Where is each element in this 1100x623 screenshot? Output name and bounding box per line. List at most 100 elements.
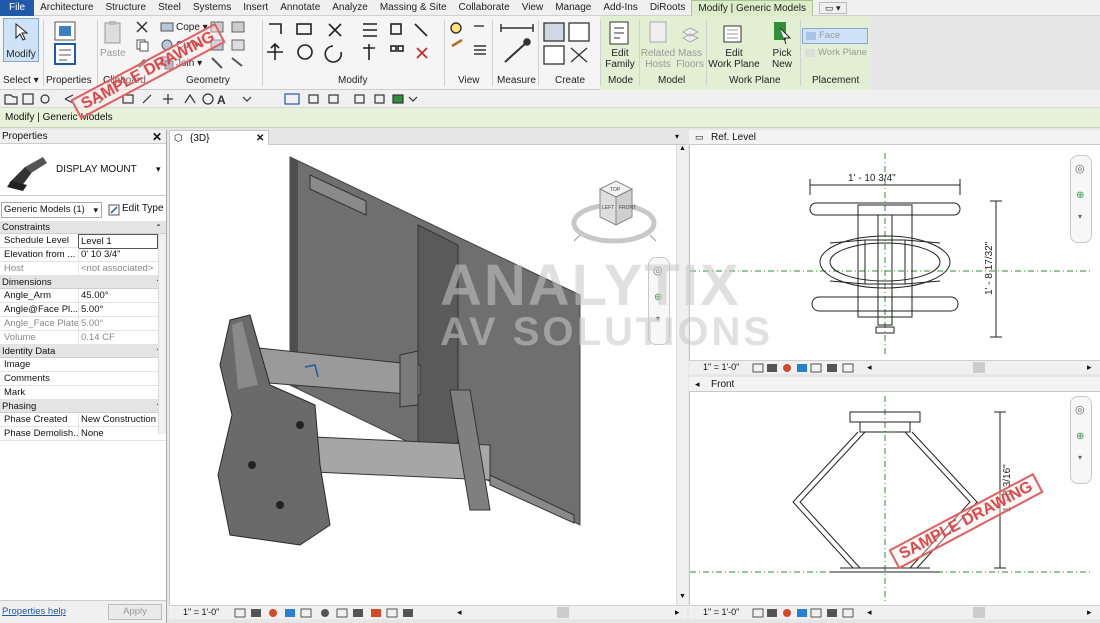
chevron-down-icon[interactable]: ▾ [1078,212,1082,221]
pick-new-icon [774,22,792,45]
copy-icon[interactable] [135,38,149,52]
edit-work-plane-button[interactable]: Edit Work Plane [708,48,760,70]
horizontal-scroll-thumb[interactable] [973,362,985,373]
options-bar: Modify | Generic Models [0,108,1100,128]
quick-access-icons[interactable]: A [3,92,423,106]
table-row[interactable]: Schedule Level Level 1 [0,234,166,249]
table-row[interactable]: Phase Created New Construction [0,413,166,427]
modify-tool-button[interactable]: Modify [3,18,39,62]
menu-tab-diroots[interactable]: DiRoots [644,0,692,16]
chevron-down-icon[interactable]: ▾ [1078,453,1082,462]
menu-tab-massing-site[interactable]: Massing & Site [374,0,453,16]
placement-face-button[interactable]: Face [802,28,868,44]
paste-icon[interactable] [102,20,124,46]
menu-tab-manage[interactable]: Manage [549,0,597,16]
menu-bar: File Architecture Structure Steel System… [0,0,1100,16]
table-row[interactable]: Phase Demolish... None [0,427,166,441]
cursor-arrow-icon [15,23,28,41]
scroll-left-icon[interactable]: ◂ [867,606,872,619]
zoom-region-icon[interactable]: ⊕ [1076,190,1084,201]
instance-filter-dropdown[interactable]: Generic Models (1) ▾ [1,202,102,218]
measure-tools-icons[interactable] [497,20,539,70]
steering-wheel-icon[interactable]: ◎ [1075,162,1085,175]
menu-tab-architecture[interactable]: Architecture [34,0,99,16]
category-constraints[interactable]: Constraints ⌃ [0,221,166,234]
create-tools-icons[interactable] [541,20,597,70]
table-row[interactable]: Angle@Face Pl... 5.00° [0,303,166,317]
modify-tools-icons[interactable] [265,20,445,70]
properties-scrollbar[interactable] [158,234,166,434]
tab-3d-view[interactable]: ⬡ {3D} ✕ [169,130,269,145]
view-3d-control-bar: 1" = 1'-0" ◂ ▸ [169,605,687,619]
placement-work-plane-button[interactable]: Work Plane [802,46,868,62]
ribbon-display-toggle[interactable]: ▭ ▾ [819,1,847,14]
properties-help-link[interactable]: Properties help [2,606,66,617]
table-row[interactable]: Comments [0,372,166,386]
view-scale[interactable]: 1" = 1'-0" [703,606,739,619]
menu-tab-modify-generic-models[interactable]: Modify | Generic Models [691,0,814,16]
tab-front-view[interactable]: ◂ Front [689,377,1100,392]
view-front-canvas[interactable]: 1' - 8 3/16" ◎ ⊕ ▾ [689,392,1100,605]
scroll-down-icon[interactable]: ▼ [679,593,686,600]
table-row[interactable]: Elevation from ... 0' 10 3/4" [0,248,166,262]
properties-button[interactable] [50,20,82,72]
view-scale[interactable]: 1" = 1'-0" [703,361,739,374]
apply-button[interactable]: Apply [108,604,162,620]
menu-tab-structure[interactable]: Structure [99,0,152,16]
menu-tab-systems[interactable]: Systems [187,0,237,16]
navigation-bar[interactable]: ◎ ⊕ ▾ [1070,396,1092,484]
table-row[interactable]: Angle_Arm 45.00° [0,289,166,303]
view-cube[interactable]: TOP LEFT FRONT [570,175,660,249]
menu-tab-insert[interactable]: Insert [237,0,274,16]
related-hosts-button[interactable]: Related Hosts [640,48,676,70]
close-icon[interactable]: ✕ [152,130,162,144]
properties-title: Properties [2,131,48,142]
tab-list-dropdown-icon[interactable]: ▾ [675,132,679,141]
steering-wheel-icon[interactable]: ◎ [1075,403,1085,416]
category-identity-data[interactable]: Identity Data⌃ [0,345,166,358]
scroll-up-icon[interactable]: ▲ [679,145,686,152]
watermark-logo-text: ANALYTIX [440,253,741,318]
mass-floors-icon [681,27,700,43]
menu-tab-annotate[interactable]: Annotate [274,0,326,16]
table-row[interactable]: Image [0,358,166,372]
view-tools-icons[interactable] [448,20,494,70]
scroll-right-icon[interactable]: ▸ [1087,606,1092,619]
view-tab-strip: ▾ [269,130,687,145]
vertical-scrollbar[interactable]: ▲ ▼ [676,145,688,605]
zoom-region-icon[interactable]: ⊕ [1076,431,1084,442]
ribbon-group-modify: Modify [338,75,368,86]
scroll-right-icon[interactable]: ▸ [1087,361,1092,374]
view-control-icons[interactable] [751,608,861,618]
ribbon-group-select[interactable]: Select ▾ [3,75,39,86]
menu-tab-view[interactable]: View [516,0,550,16]
view-control-icons[interactable] [751,363,861,373]
navigation-bar[interactable]: ◎ ⊕ ▾ [1070,155,1092,243]
close-icon[interactable]: ✕ [256,131,264,146]
cut-scissors-icon[interactable] [135,20,149,34]
edit-family-button[interactable]: Edit Family [603,48,637,70]
type-selector[interactable]: DISPLAY MOUNT ▾ [0,146,166,196]
tab-ref-level-view[interactable]: ▭ Ref. Level [689,130,1100,145]
view-scale[interactable]: 1" = 1'-0" [183,606,219,619]
menu-tab-add-ins[interactable]: Add-Ins [597,0,643,16]
properties-palette-icon [54,21,76,65]
category-dimensions[interactable]: Dimensions⌃ [0,276,166,289]
scroll-right-icon[interactable]: ▸ [675,606,680,619]
category-phasing[interactable]: Phasing⌃ [0,400,166,413]
menu-tab-steel[interactable]: Steel [152,0,187,16]
pick-new-button[interactable]: Pick New [767,48,797,70]
view-control-icons[interactable] [233,608,433,618]
mass-floors-button[interactable]: Mass Floors [675,48,705,70]
menu-tab-analyze[interactable]: Analyze [326,0,374,16]
table-row[interactable]: Mark [0,386,166,400]
horizontal-scroll-thumb[interactable] [557,607,569,618]
view-3d-canvas[interactable]: TOP LEFT FRONT ◎ ⊕ ▾ ▲ ▼ [169,145,688,605]
scroll-left-icon[interactable]: ◂ [457,606,462,619]
horizontal-scroll-thumb[interactable] [973,607,985,618]
chevron-down-icon: ▾ [156,164,161,174]
scroll-left-icon[interactable]: ◂ [867,361,872,374]
menu-tab-file[interactable]: File [0,0,35,16]
edit-type-button[interactable]: Edit Type [106,202,164,218]
menu-tab-collaborate[interactable]: Collaborate [453,0,516,16]
